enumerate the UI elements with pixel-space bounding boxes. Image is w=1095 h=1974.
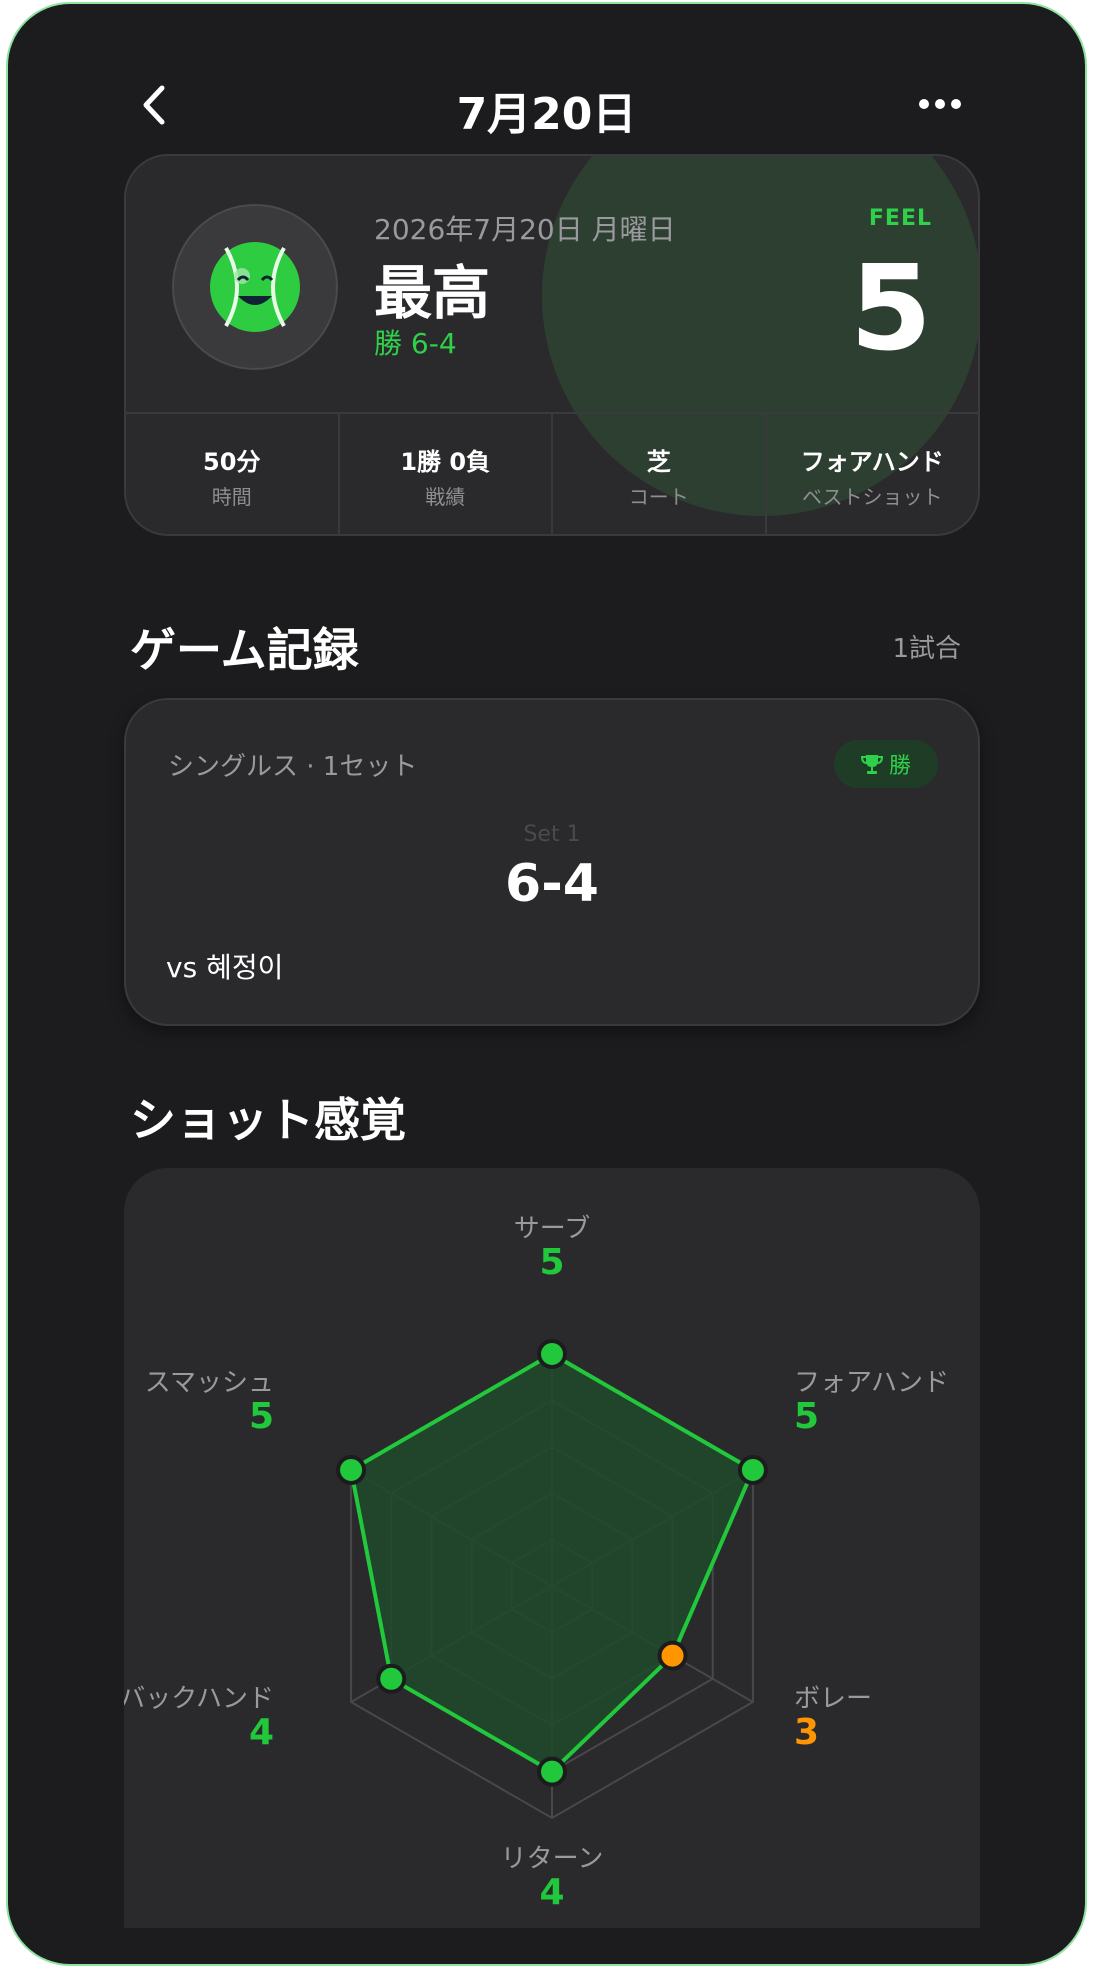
stat-value: 芝	[646, 448, 671, 476]
radar-axis-label: バックハンド	[124, 1684, 274, 1714]
games-count: 1試合	[892, 634, 961, 664]
stat-value: フォアハンド	[800, 448, 944, 476]
stat-record: 1勝 0負 戦績	[340, 414, 553, 534]
radar-point-3	[537, 1756, 567, 1787]
win-badge: 勝	[834, 740, 938, 788]
radar-axis-label: フォアハンド	[794, 1368, 949, 1398]
radar-axis-label: サーブ	[513, 1214, 591, 1244]
win-badge-label: 勝	[888, 754, 911, 779]
tennis-ball-face-icon	[210, 242, 300, 332]
more-options-icon[interactable]	[916, 92, 964, 116]
stat-label: 時間	[211, 485, 252, 509]
radar-point-5	[336, 1455, 367, 1485]
set-score: 6-4	[505, 854, 599, 914]
game-record-card[interactable]: シングルス · 1セット 勝 Set 1 6-4 vs 혜정이	[124, 698, 980, 1026]
stat-label: ベストショット	[802, 485, 943, 509]
opponent-name: vs 혜정이	[166, 951, 284, 984]
shots-section-title: ショット感覚	[130, 1093, 406, 1147]
radar-axis-label: スマッシュ	[144, 1368, 274, 1398]
radar-axis-value: 5	[539, 1242, 565, 1283]
session-date: 2026年7月20日 月曜日	[374, 213, 676, 246]
stat-value: 1勝 0負	[400, 448, 491, 476]
radar-axis-value: 5	[794, 1396, 820, 1437]
game-type: シングルス · 1セット	[168, 752, 418, 782]
trophy-icon	[860, 755, 883, 774]
set-label: Set 1	[523, 822, 581, 847]
stat-duration: 50分 時間	[126, 414, 340, 534]
feel-label: FEEL	[868, 206, 932, 231]
phone-screen: 7月20日 2026年7月20日 月曜日 最高 勝 6-4 FEEL 5 50分	[6, 2, 1087, 1966]
shot-feel-card: サーブ 5 フォアハンド 5 ボレー 3 リターン 4 バックハンド 4 スマッシュ 5	[124, 1168, 980, 1928]
radar-point-0	[537, 1339, 567, 1369]
stat-court: 芝 コート	[553, 414, 767, 534]
radar-axis-value: 4	[539, 1872, 565, 1913]
stats-row: 50分 時間 1勝 0負 戦績 芝 コート フォアハンド ベストショット	[126, 412, 979, 534]
radar-axis-value: 5	[248, 1396, 274, 1437]
mood-avatar	[172, 204, 338, 370]
top-bar: 7月20日	[8, 64, 1085, 144]
games-section-title: ゲーム記録	[130, 623, 359, 677]
stat-best-shot: フォアハンド ベストショット	[767, 414, 979, 534]
stat-label: 戦績	[425, 485, 466, 509]
radar-point-4	[376, 1663, 407, 1694]
radar-axis-value: 4	[248, 1712, 274, 1753]
radar-point-1	[737, 1455, 768, 1485]
radar-axis-label: ボレー	[794, 1684, 873, 1714]
match-result: 勝 6-4	[374, 327, 457, 360]
session-summary-card: 2026年7月20日 月曜日 最高 勝 6-4 FEEL 5 50分 時間 1勝…	[124, 154, 980, 536]
radar-point-2	[657, 1640, 688, 1671]
feel-score: 5	[849, 239, 932, 377]
stat-label: コート	[628, 485, 689, 509]
stat-value: 50分	[203, 448, 261, 476]
radar-axis-label: リターン	[500, 1844, 604, 1874]
mood-label: 最高	[374, 259, 491, 327]
radar-data-area	[349, 1352, 755, 1774]
radar-axis-value: 3	[794, 1712, 820, 1753]
